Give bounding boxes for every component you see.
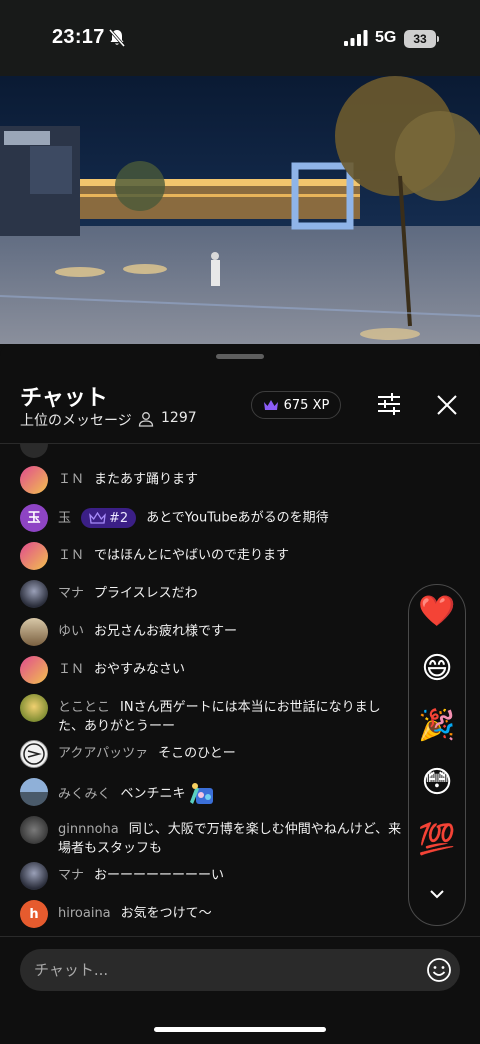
list-item: ＩＮ またあす踊ります (20, 466, 460, 494)
message-author[interactable]: マナ (58, 586, 84, 601)
message-text: そこのひとー (158, 746, 236, 761)
message-text: ベンチニキ (120, 786, 186, 802)
message-author[interactable]: ＩＮ (58, 472, 84, 487)
chevron-down-icon[interactable] (428, 887, 446, 901)
status-time: 23:17 (52, 26, 105, 48)
party-reaction-button[interactable]: 🎉 (409, 709, 465, 743)
battery-icon: 33 (404, 30, 436, 48)
list-item: とことこ INさん西ゲートには本当にお世話になりました、ありがとうーー (20, 694, 405, 736)
message-text: おーーーーーーーーい (94, 868, 225, 883)
list-item: アクアパッツァ そこのひとー (20, 740, 460, 768)
heart-reaction-button[interactable]: ❤️ (409, 595, 465, 629)
message-text: またあす踊ります (94, 472, 199, 487)
message-author[interactable]: ＩＮ (58, 662, 84, 677)
chat-panel: チャット 上位のメッセージ 1297 675 XP ＩＮ またあす踊ります 玉 … (0, 344, 480, 1044)
message-text: ではほんとにやばいので走ります (94, 548, 290, 563)
message-author[interactable]: ginnnoha (58, 822, 119, 837)
list-item: ginnnoha 同じ、大阪で万博を楽しむ仲間やねんけど、来場者もスタッフも (20, 816, 405, 858)
smile-reaction-button[interactable]: 😄 (409, 652, 465, 686)
emoji-icon[interactable] (426, 957, 452, 983)
message-author[interactable]: みくみく (58, 787, 111, 802)
chat-title: チャット (20, 386, 108, 411)
message-author[interactable]: 玉 (58, 511, 71, 526)
network-type: 5G (375, 29, 397, 46)
message-text: プライスレスだわ (94, 586, 198, 601)
bell-muted-icon (109, 29, 125, 47)
battery-tip (437, 36, 439, 42)
sticker-icon (189, 783, 213, 804)
avatar (20, 444, 48, 458)
message-author[interactable]: とことこ (58, 700, 110, 715)
avatar[interactable] (20, 778, 48, 806)
avatar[interactable]: 玉 (20, 504, 48, 532)
drag-handle[interactable] (216, 354, 264, 359)
video-player[interactable] (0, 76, 480, 344)
crown-icon (263, 400, 278, 410)
filter-icon[interactable] (376, 392, 402, 416)
xp-button[interactable]: 675 XP (251, 391, 341, 419)
member-badge: #2 (81, 508, 137, 528)
xp-value: 675 XP (283, 397, 330, 413)
message-text: お気をつけて〜 (120, 906, 212, 921)
avatar[interactable] (20, 694, 48, 722)
message-text: お兄さんお疲れ様ですー (94, 624, 238, 639)
list-item: マナ おーーーーーーーーい (20, 862, 460, 890)
status-bar: 23:17 5G 33 (0, 0, 480, 76)
chat-input-bar (20, 949, 460, 991)
list-item: みくみく ベンチニキ (20, 778, 460, 806)
message-author[interactable]: hiroaina (58, 906, 111, 921)
list-item: h hiroaina お気をつけて〜 (20, 900, 460, 928)
avatar-art (23, 743, 45, 765)
message-author[interactable]: ゆい (58, 624, 84, 639)
message-text: あとでYouTubeあがるのを期待 (146, 510, 329, 526)
crown-icon (89, 512, 106, 524)
viewer-count: 1297 (161, 410, 197, 426)
flushed-reaction-button[interactable]: 😳 (409, 766, 465, 800)
avatar[interactable] (20, 862, 48, 890)
video-frame (0, 76, 480, 344)
chat-mode-selector[interactable]: 上位のメッセージ (20, 410, 132, 430)
reaction-picker: ❤️ 😄 🎉 😳 💯 (408, 584, 466, 926)
close-icon[interactable] (434, 392, 460, 418)
list-item: ＩＮ ではほんとにやばいので走ります (20, 542, 460, 570)
cell-signal-icon (344, 30, 368, 46)
avatar[interactable] (20, 466, 48, 494)
hundred-reaction-button[interactable]: 💯 (409, 823, 465, 857)
chat-input[interactable] (34, 949, 414, 991)
list-item: ゆい お兄さんお疲れ様ですー (20, 618, 460, 646)
badge-rank: #2 (109, 510, 129, 526)
avatar[interactable] (20, 740, 48, 768)
list-item: 玉 玉 #2 あとでYouTubeあがるのを期待 (20, 504, 460, 532)
avatar[interactable] (20, 618, 48, 646)
message-author[interactable]: マナ (58, 868, 84, 883)
avatar[interactable] (20, 816, 48, 844)
home-indicator (154, 1027, 326, 1032)
message-author[interactable]: ＩＮ (58, 548, 84, 563)
message-author[interactable]: アクアパッツァ (58, 746, 148, 761)
avatar[interactable] (20, 656, 48, 684)
message-text: おやすみなさい (94, 662, 186, 677)
avatar[interactable]: h (20, 900, 48, 928)
list-item: ＩＮ おやすみなさい (20, 656, 460, 684)
avatar[interactable] (20, 542, 48, 570)
list-item: マナ プライスレスだわ (20, 580, 460, 608)
avatar[interactable] (20, 580, 48, 608)
person-icon (138, 412, 154, 427)
input-divider (0, 936, 480, 937)
